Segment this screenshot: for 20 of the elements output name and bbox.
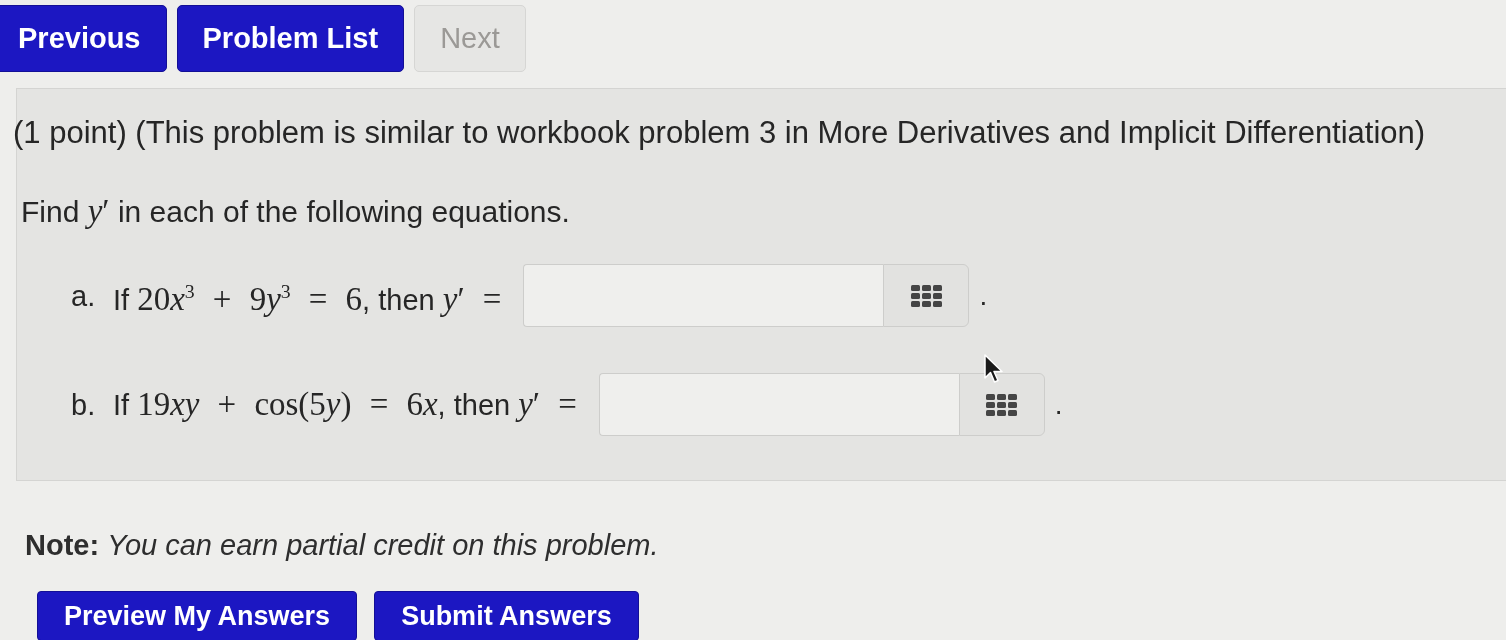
instruction-text: Find y′ in each of the following equations. [21,193,571,230]
question-text: If 20x$^{3}$ + 9y$^{3}$ = 6, then y′ = [113,279,502,318]
keypad-button[interactable] [958,373,1045,436]
mouse-pointer-icon [984,354,1004,384]
keypad-button[interactable] [883,264,970,327]
note-text: Note: You can earn partial credit on this problem. [25,528,660,563]
question-text: If 19xy + cos(5y) = 6x, then y′ = [113,386,577,423]
period-text: . [979,278,988,313]
answer-field[interactable] [598,373,959,436]
period-text: . [1054,387,1063,422]
nav-button[interactable]: Problem List [176,5,405,72]
action-button[interactable]: Submit Answers [374,591,639,640]
answer-field[interactable] [523,264,884,327]
nav-button[interactable]: Previous [0,5,167,72]
part-label: a. [71,278,97,314]
action-button[interactable]: Preview My Answers [37,591,358,640]
problem-header: (1 point) (This problem is similar to workbook problem 3 in More Derivatives and Implicit Differentiation) [13,115,1427,151]
part-label: b. [71,387,97,423]
grid-icon [910,284,942,307]
grid-icon [986,393,1018,416]
